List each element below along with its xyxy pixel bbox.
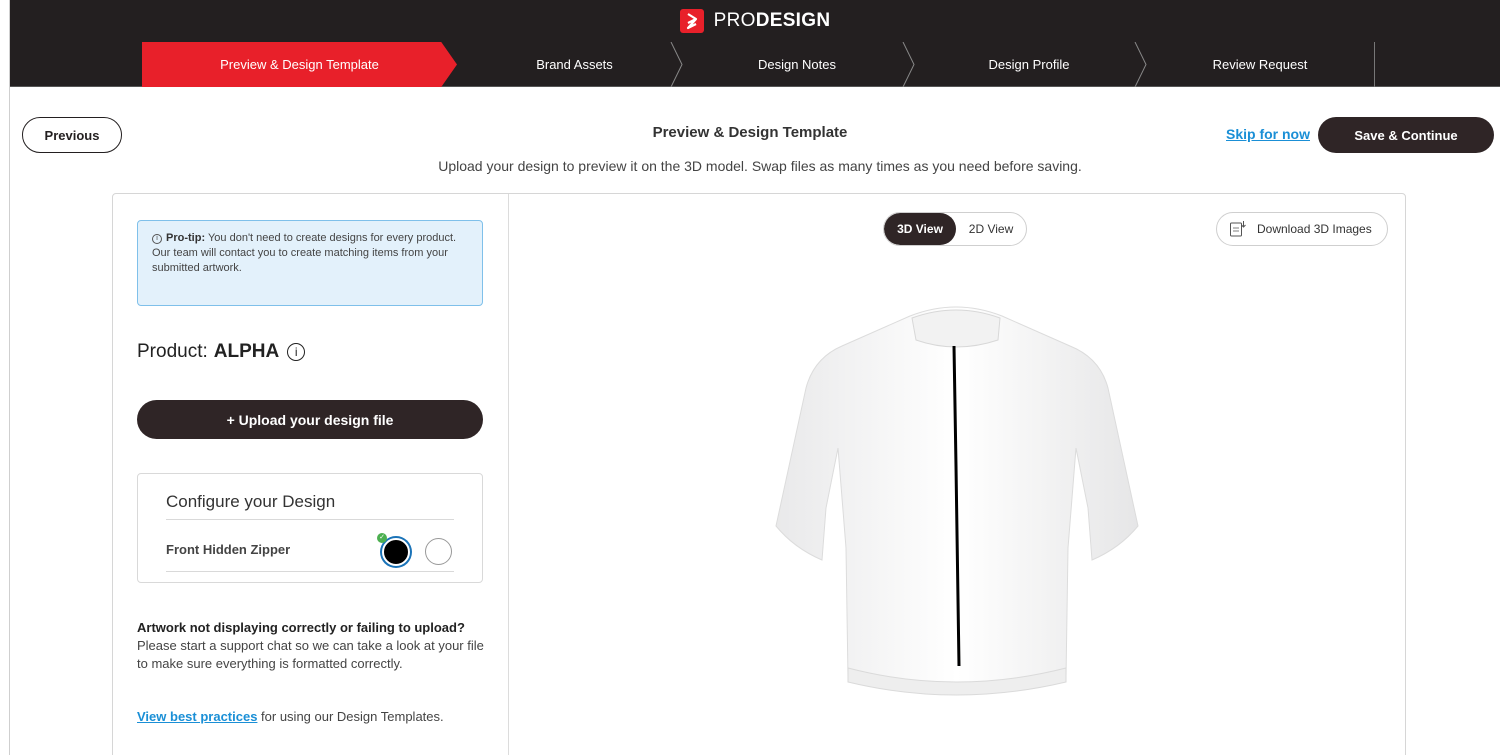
tip-heading: Pro-tip: xyxy=(166,232,206,244)
tab-3d-view[interactable]: 3D View xyxy=(884,213,956,245)
config-title: Configure your Design xyxy=(166,492,336,511)
pro-tip-box: i Pro-tip: You don't need to create desig… xyxy=(137,220,483,306)
step-design-profile[interactable]: Design Profile xyxy=(914,42,1144,87)
step-preview-design-template[interactable]: Preview & Design Template xyxy=(142,42,457,87)
step-design-notes[interactable]: Design Notes xyxy=(682,42,912,87)
step-label: Design Notes xyxy=(757,57,837,72)
step-label: Review Request xyxy=(1212,57,1308,72)
info-icon[interactable]: i xyxy=(287,343,306,361)
help-heading: Artwork not displaying correctly or fail… xyxy=(137,620,465,635)
step-label: Design Profile xyxy=(988,57,1070,72)
zipper-color-black-swatch[interactable] xyxy=(382,538,410,566)
zipper-color-white-swatch[interactable] xyxy=(425,538,452,565)
step-brand-assets[interactable]: Brand Assets xyxy=(457,42,692,87)
tab-2d-view[interactable]: 2D View xyxy=(956,213,1026,245)
step-navigation: Preview & Design Template Brand Assets D… xyxy=(10,42,1500,87)
brand-suffix: DESIGN xyxy=(755,10,831,31)
product-heading: Product: ALPHA i xyxy=(137,341,306,363)
help-text: Please start a support chat so we can ta… xyxy=(137,638,484,671)
config-option-label: Front Hidden Zipper xyxy=(166,542,291,557)
view-toggle: 3D View 2D View xyxy=(883,212,1027,246)
info-icon: i xyxy=(152,234,162,244)
save-continue-button[interactable]: Save & Continue xyxy=(1318,117,1494,153)
download-icon xyxy=(1230,221,1246,237)
left-edge xyxy=(0,0,10,755)
product-name: ALPHA xyxy=(213,341,280,362)
upload-design-button[interactable]: + Upload your design file xyxy=(137,400,483,439)
best-practices-line: View best practices for using our Design… xyxy=(137,709,444,724)
product-label: Product: xyxy=(137,341,208,362)
configure-design-card: Configure your Design Front Hidden Zippe… xyxy=(137,473,483,583)
best-practices-suffix: for using our Design Templates. xyxy=(257,709,444,724)
divider xyxy=(166,571,454,572)
step-label: Preview & Design Template xyxy=(220,57,379,72)
view-best-practices-link[interactable]: View best practices xyxy=(137,709,257,724)
jersey-3d-preview[interactable] xyxy=(770,298,1142,702)
download-label: Download 3D Images xyxy=(1257,222,1372,236)
step-end-divider xyxy=(1374,42,1375,87)
divider xyxy=(166,519,454,520)
page-subtitle: Upload your design to preview it on the … xyxy=(438,158,1082,174)
top-bar: PRODESIGN xyxy=(10,0,1500,42)
panel-divider xyxy=(508,194,509,755)
step-label: Brand Assets xyxy=(536,57,613,72)
brand-prefix: PRO xyxy=(713,10,756,31)
step-review-request[interactable]: Review Request xyxy=(1146,42,1374,87)
download-3d-images-button[interactable]: Download 3D Images xyxy=(1216,212,1388,246)
check-icon: ✓ xyxy=(377,533,387,543)
logo-icon xyxy=(679,9,704,33)
skip-for-now-link[interactable]: Skip for now xyxy=(1226,126,1310,142)
brand-logo[interactable]: PRODESIGN xyxy=(714,10,831,32)
